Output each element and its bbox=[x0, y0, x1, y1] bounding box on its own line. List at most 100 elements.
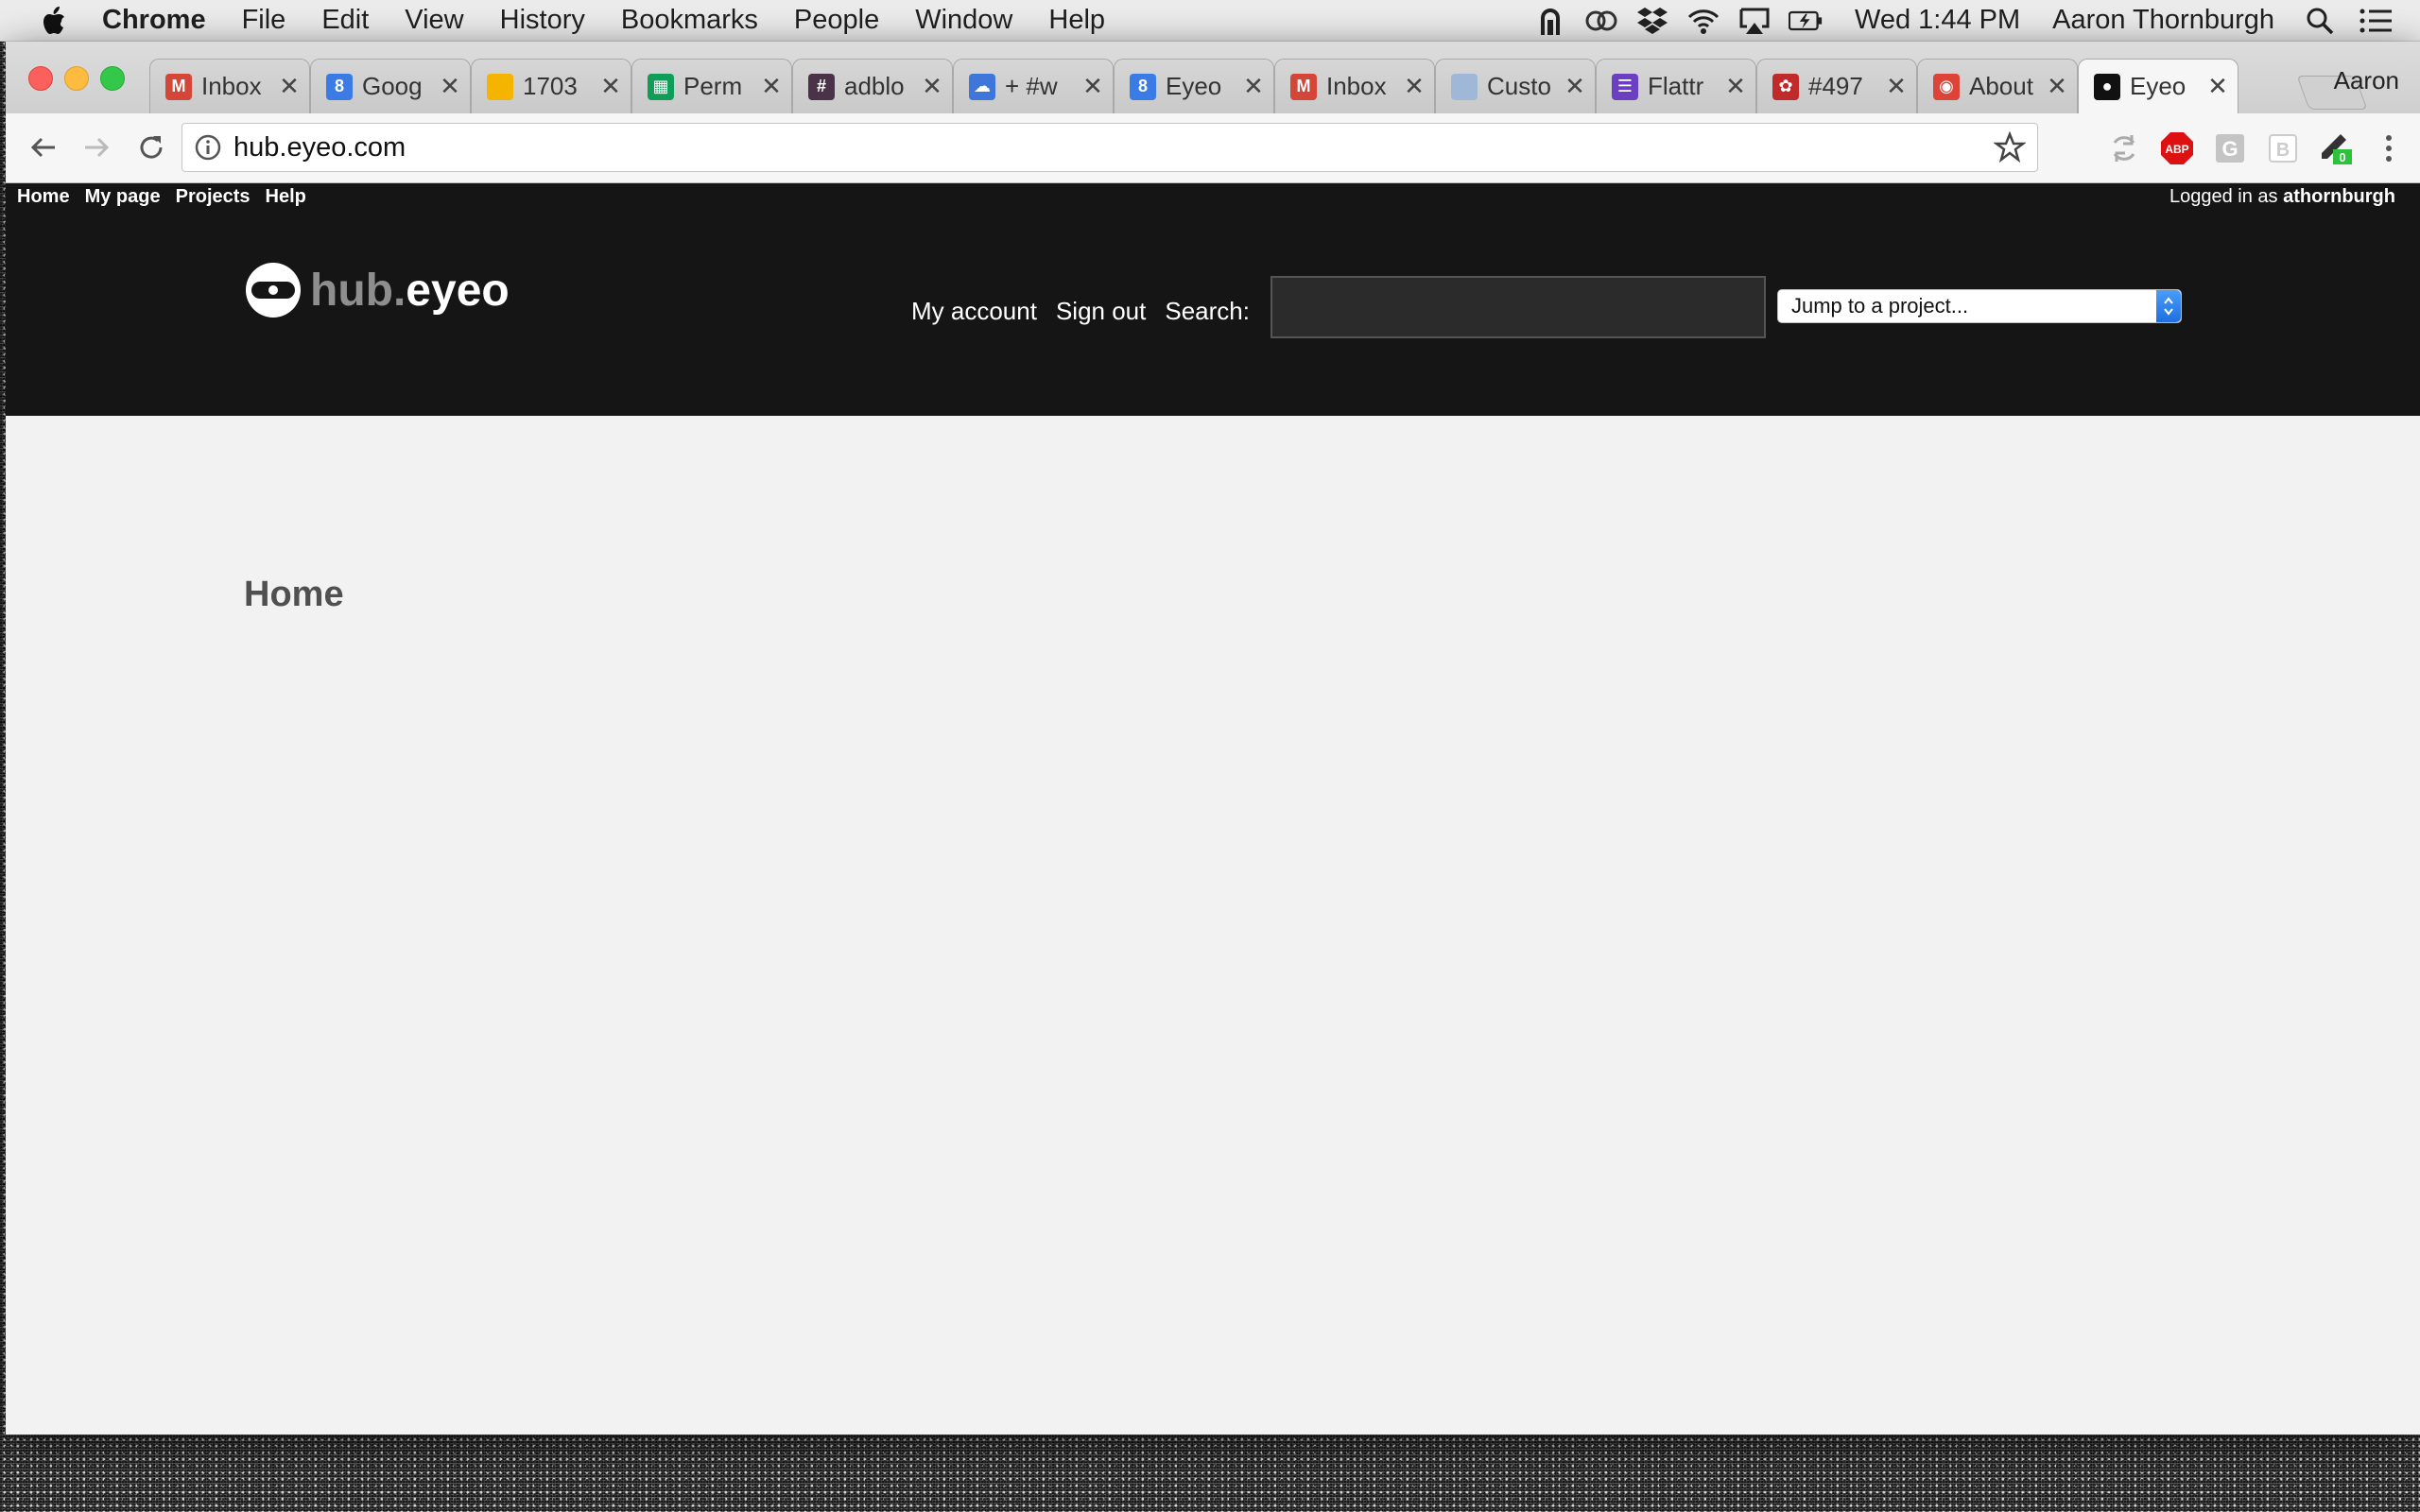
my-account-link[interactable]: My account bbox=[911, 297, 1037, 326]
web-page: Home My page Projects Help Logged in as … bbox=[6, 183, 2420, 1435]
top-menu-help-link[interactable]: Help bbox=[266, 186, 306, 208]
tab-close-icon[interactable]: ✕ bbox=[1886, 72, 1907, 101]
reload-button[interactable] bbox=[132, 129, 170, 166]
menu-bookmarks[interactable]: Bookmarks bbox=[621, 5, 758, 36]
menu-help[interactable]: Help bbox=[1048, 5, 1105, 36]
top-menu-projects-link[interactable]: Projects bbox=[176, 186, 251, 208]
tab-close-icon[interactable]: ✕ bbox=[1725, 72, 1746, 101]
logo-text-hub: hub. bbox=[310, 265, 406, 316]
tab-title: Perm bbox=[683, 72, 743, 100]
search-input[interactable] bbox=[1270, 276, 1766, 338]
menu-view[interactable]: View bbox=[405, 5, 463, 36]
browser-tab[interactable]: 8 Eyeo ✕ bbox=[1114, 59, 1274, 113]
tab-title: About bbox=[1969, 72, 2033, 100]
tab-close-icon[interactable]: ✕ bbox=[2047, 72, 2067, 101]
forward-arrow-icon bbox=[85, 137, 110, 158]
account-links: My account Sign out Search: bbox=[911, 297, 1269, 326]
battery-icon[interactable] bbox=[1788, 4, 1823, 38]
browser-tab[interactable]: M Inbox ✕ bbox=[1274, 59, 1435, 113]
logged-in-as: Logged in as athornburgh bbox=[2169, 186, 2395, 208]
window-zoom-button[interactable] bbox=[100, 66, 125, 91]
cloud-icon: ☁ bbox=[969, 73, 995, 100]
b-extension-icon[interactable]: B bbox=[2265, 130, 2301, 166]
vpn-icon[interactable] bbox=[1533, 4, 1567, 38]
browser-tab[interactable]: ▦ Perm ✕ bbox=[631, 59, 792, 113]
logged-in-user-link[interactable]: athornburgh bbox=[2283, 186, 2395, 207]
browser-tab[interactable]: M Inbox ✕ bbox=[149, 59, 310, 113]
browser-tab[interactable]: 8 Goog ✕ bbox=[310, 59, 471, 113]
creative-cloud-icon[interactable] bbox=[1584, 4, 1618, 38]
dropbox-icon[interactable] bbox=[1635, 4, 1669, 38]
menu-edit[interactable]: Edit bbox=[321, 5, 369, 36]
menu-bar-extras: Wed 1:44 PM Aaron Thornburgh bbox=[1516, 4, 2394, 38]
tab-close-icon[interactable]: ✕ bbox=[761, 72, 782, 101]
select-arrows-icon bbox=[2156, 290, 2181, 322]
top-menu-my-page-link[interactable]: My page bbox=[85, 186, 161, 208]
menu-app-name[interactable]: Chrome bbox=[102, 5, 206, 36]
forward-button[interactable] bbox=[78, 129, 115, 166]
tab-close-icon[interactable]: ✕ bbox=[440, 72, 460, 101]
tab-close-icon[interactable]: ✕ bbox=[600, 72, 621, 101]
browser-tab[interactable]: ✿ #497 ✕ bbox=[1756, 59, 1917, 113]
browser-tab[interactable]: ◉ About ✕ bbox=[1917, 59, 2078, 113]
address-bar[interactable]: hub.eyeo.com bbox=[182, 123, 2038, 172]
pen-extension-icon[interactable]: 0 bbox=[2318, 130, 2354, 166]
more-vertical-icon bbox=[2386, 135, 2392, 162]
browser-tab[interactable]: 1703 ✕ bbox=[471, 59, 631, 113]
back-arrow-icon bbox=[30, 137, 55, 158]
notification-center-icon[interactable] bbox=[2360, 4, 2394, 38]
calendar-icon: 8 bbox=[1130, 73, 1156, 100]
tab-close-icon[interactable]: ✕ bbox=[279, 72, 300, 101]
sign-out-link[interactable]: Sign out bbox=[1056, 297, 1146, 326]
spotlight-search-icon[interactable] bbox=[2303, 4, 2337, 38]
bookmark-star-icon[interactable] bbox=[1994, 131, 2026, 163]
site-info-icon[interactable] bbox=[194, 133, 222, 162]
window-close-button[interactable] bbox=[28, 66, 53, 91]
browser-tab[interactable]: ☁ + #w ✕ bbox=[953, 59, 1114, 113]
browser-tab[interactable]: Custo ✕ bbox=[1435, 59, 1596, 113]
window-minimize-button[interactable] bbox=[64, 66, 89, 91]
site-logo[interactable]: hub. eyeo bbox=[244, 261, 510, 319]
tab-close-icon[interactable]: ✕ bbox=[1404, 72, 1425, 101]
browser-tab[interactable]: # adblo ✕ bbox=[792, 59, 953, 113]
tab-close-icon[interactable]: ✕ bbox=[1082, 72, 1103, 101]
tab-title: + #w bbox=[1005, 72, 1058, 100]
address-bar-url[interactable]: hub.eyeo.com bbox=[233, 132, 406, 163]
browser-window: M Inbox ✕ 8 Goog ✕ 1703 ✕ ▦ Perm ✕ # adblo ✕ ☁ + #w ✕ 8 Ey… bbox=[6, 42, 2420, 1435]
tab-close-icon[interactable]: ✕ bbox=[1243, 72, 1264, 101]
menu-window[interactable]: Window bbox=[915, 5, 1012, 36]
logged-in-prefix: Logged in as bbox=[2169, 185, 2278, 207]
menu-file[interactable]: File bbox=[242, 5, 286, 36]
tab-title: Goog bbox=[362, 72, 423, 100]
macos-menu-bar: Chrome File Edit View History Bookmarks … bbox=[0, 0, 2420, 42]
top-menu: Home My page Projects Help Logged in as … bbox=[6, 183, 2420, 210]
airplay-icon[interactable] bbox=[1737, 4, 1772, 38]
browser-tab[interactable]: ● Eyeo ✕ bbox=[2078, 59, 2238, 113]
menu-clock[interactable]: Wed 1:44 PM bbox=[1855, 5, 2020, 36]
menu-people[interactable]: People bbox=[794, 5, 879, 36]
top-menu-home-link[interactable]: Home bbox=[17, 186, 70, 208]
chrome-menu-button[interactable] bbox=[2371, 130, 2407, 166]
wifi-icon[interactable] bbox=[1686, 4, 1720, 38]
eyeo-icon: ● bbox=[2094, 73, 2120, 100]
page-title: Home bbox=[244, 575, 344, 614]
profile-button[interactable]: Aaron bbox=[2334, 66, 2399, 95]
apple-icon[interactable] bbox=[36, 2, 74, 40]
tab-close-icon[interactable]: ✕ bbox=[2207, 72, 2228, 101]
browser-tab[interactable]: ☰ Flattr ✕ bbox=[1596, 59, 1756, 113]
menu-history[interactable]: History bbox=[500, 5, 585, 36]
jump-to-project-select[interactable]: Jump to a project... bbox=[1777, 289, 2182, 323]
tab-close-icon[interactable]: ✕ bbox=[922, 72, 942, 101]
browser-toolbar: hub.eyeo.com ABP G B 0 bbox=[6, 113, 2420, 183]
extension-badge-count: 0 bbox=[2339, 150, 2345, 164]
tab-title: adblo bbox=[844, 72, 905, 100]
tab-close-icon[interactable]: ✕ bbox=[1564, 72, 1585, 101]
sync-extension-icon[interactable] bbox=[2106, 130, 2142, 166]
back-button[interactable] bbox=[25, 129, 62, 166]
menu-user-name[interactable]: Aaron Thornburgh bbox=[2052, 5, 2274, 36]
grammar-extension-icon[interactable]: G bbox=[2212, 130, 2248, 166]
chrome-icon: ◉ bbox=[1933, 73, 1960, 100]
reload-icon bbox=[140, 136, 163, 159]
calendar-icon: 8 bbox=[326, 73, 353, 100]
adblock-plus-icon[interactable]: ABP bbox=[2159, 130, 2195, 166]
